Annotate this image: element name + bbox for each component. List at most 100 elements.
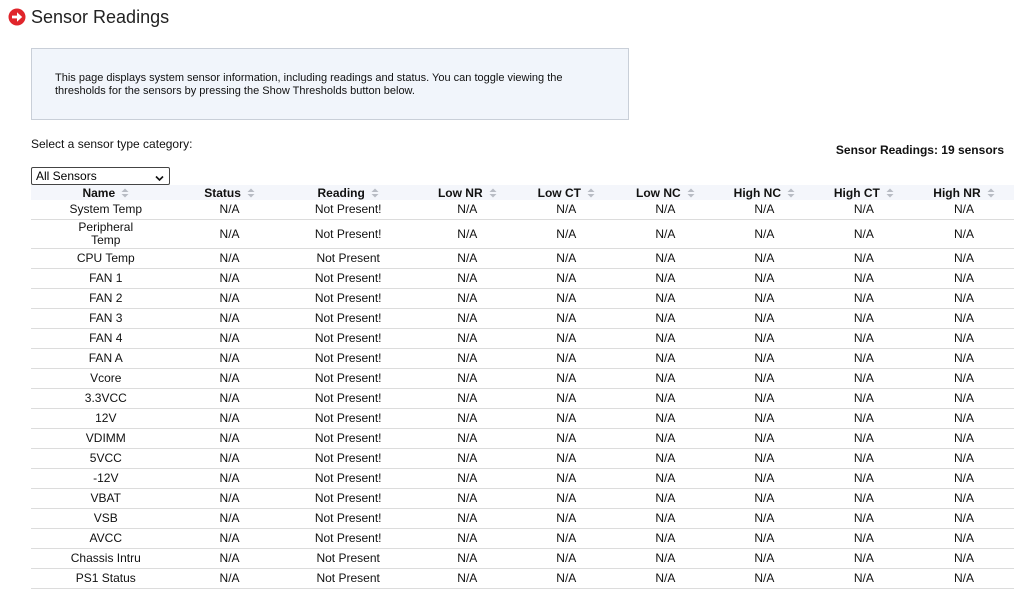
cell-status: N/A — [180, 288, 279, 309]
sort-arrows-icon[interactable] — [371, 187, 379, 197]
cell-low-ct: N/A — [516, 428, 616, 449]
column-header-reading[interactable]: Reading — [278, 185, 418, 200]
cell-status: N/A — [180, 408, 279, 429]
cell-high-nr: N/A — [913, 528, 1014, 549]
cell-name: 3.3VCC — [31, 388, 181, 409]
cell-status: N/A — [180, 268, 279, 289]
page-header: Sensor Readings — [8, 6, 169, 28]
table-row: AVCC N/A Not Present! N/A N/A N/A N/A N/A N/A — [31, 528, 1014, 549]
cell-high-ct: N/A — [813, 248, 914, 269]
cell-high-ct: N/A — [813, 268, 914, 289]
cell-low-nr: N/A — [417, 428, 517, 449]
cell-reading: Not Present — [278, 568, 418, 589]
cell-high-nc: N/A — [714, 308, 814, 329]
arrow-right-circle-icon — [8, 8, 26, 26]
cell-low-ct: N/A — [516, 219, 616, 249]
cell-high-nc: N/A — [714, 328, 814, 349]
cell-low-nr: N/A — [417, 508, 517, 529]
cell-high-ct: N/A — [813, 428, 914, 449]
cell-status: N/A — [180, 219, 279, 249]
cell-high-nc: N/A — [714, 568, 814, 589]
table-row: 3.3VCC N/A Not Present! N/A N/A N/A N/A N/A N/A — [31, 388, 1014, 409]
table-row: PS1 Status N/A Not Present N/A N/A N/A N/A N/A N… — [31, 568, 1014, 589]
table-row: Peripheral Temp N/A Not Present! N/A N/A N/A N… — [31, 219, 1014, 249]
column-header-low-nc[interactable]: Low NC — [615, 185, 715, 200]
cell-high-nr: N/A — [913, 468, 1014, 489]
sort-arrows-icon[interactable] — [121, 187, 129, 197]
column-header-label: Name — [82, 185, 116, 200]
cell-low-nr: N/A — [417, 268, 517, 289]
sort-arrows-icon[interactable] — [787, 187, 795, 197]
column-header-high-nr[interactable]: High NR — [913, 185, 1014, 200]
column-header-high-ct[interactable]: High CT — [813, 185, 914, 200]
page-title: Sensor Readings — [31, 6, 170, 27]
sort-arrows-icon[interactable] — [886, 187, 894, 197]
cell-name: VBAT — [31, 488, 181, 509]
sort-arrows-icon[interactable] — [489, 187, 497, 197]
cell-high-nc: N/A — [714, 408, 814, 429]
cell-status: N/A — [180, 200, 279, 220]
cell-high-nr: N/A — [913, 219, 1014, 249]
sort-arrows-icon[interactable] — [687, 187, 695, 197]
cell-high-nr: N/A — [913, 288, 1014, 309]
sort-arrows-icon[interactable] — [987, 187, 995, 197]
table-row: CPU Temp N/A Not Present N/A N/A N/A N/A N/A N/A — [31, 248, 1014, 269]
cell-reading: Not Present! — [278, 428, 418, 449]
sort-arrows-icon[interactable] — [247, 187, 255, 197]
cell-high-ct: N/A — [813, 408, 914, 429]
chevron-down-icon — [155, 172, 164, 182]
cell-low-nc: N/A — [615, 328, 715, 349]
sort-arrows-icon[interactable] — [587, 187, 595, 197]
cell-low-ct: N/A — [516, 328, 616, 349]
cell-low-ct: N/A — [516, 408, 616, 429]
table-row: -12V N/A Not Present! N/A N/A N/A N/A N/A N/A — [31, 468, 1014, 489]
cell-low-nr: N/A — [417, 488, 517, 509]
cell-name: System Temp — [31, 200, 181, 220]
column-header-high-nc[interactable]: High NC — [714, 185, 814, 200]
cell-low-nr: N/A — [417, 468, 517, 489]
table-row: FAN 1 N/A Not Present! N/A N/A N/A N/A N/A N/A — [31, 268, 1014, 289]
cell-reading: Not Present! — [278, 388, 418, 409]
cell-name: Peripheral Temp — [31, 219, 181, 249]
sensor-type-select[interactable]: All Sensors — [31, 167, 170, 185]
cell-reading: Not Present! — [278, 328, 418, 349]
cell-name: CPU Temp — [31, 248, 181, 269]
cell-name: Vcore — [31, 368, 181, 389]
cell-low-nc: N/A — [615, 200, 715, 220]
cell-high-nr: N/A — [913, 488, 1014, 509]
column-header-name[interactable]: Name — [31, 185, 181, 200]
cell-low-nr: N/A — [417, 388, 517, 409]
cell-name: VDIMM — [31, 428, 181, 449]
cell-low-nc: N/A — [615, 348, 715, 369]
sensor-type-label: Select a sensor type category: — [31, 137, 193, 151]
cell-high-nc: N/A — [714, 468, 814, 489]
cell-low-ct: N/A — [516, 528, 616, 549]
cell-low-nc: N/A — [615, 508, 715, 529]
cell-reading: Not Present! — [278, 508, 418, 529]
cell-high-nr: N/A — [913, 368, 1014, 389]
column-header-label: Low CT — [537, 185, 581, 200]
column-header-status[interactable]: Status — [180, 185, 279, 200]
column-header-low-nr[interactable]: Low NR — [417, 185, 517, 200]
cell-low-ct: N/A — [516, 248, 616, 269]
cell-high-nr: N/A — [913, 448, 1014, 469]
cell-low-nr: N/A — [417, 219, 517, 249]
cell-high-nr: N/A — [913, 308, 1014, 329]
table-header-row: Name Status Reading Low NR Low CT Low NC High … — [31, 185, 1014, 200]
cell-high-nc: N/A — [714, 268, 814, 289]
cell-high-ct: N/A — [813, 468, 914, 489]
cell-low-ct: N/A — [516, 548, 616, 569]
cell-low-nr: N/A — [417, 448, 517, 469]
cell-low-nc: N/A — [615, 528, 715, 549]
table-row: FAN 4 N/A Not Present! N/A N/A N/A N/A N/A N/A — [31, 328, 1014, 349]
cell-name: 5VCC — [31, 448, 181, 469]
cell-low-ct: N/A — [516, 288, 616, 309]
cell-reading: Not Present! — [278, 528, 418, 549]
cell-high-ct: N/A — [813, 328, 914, 349]
column-header-low-ct[interactable]: Low CT — [516, 185, 616, 200]
cell-name: 12V — [31, 408, 181, 429]
cell-low-ct: N/A — [516, 568, 616, 589]
cell-high-ct: N/A — [813, 508, 914, 529]
table-row: Chassis Intru N/A Not Present N/A N/A N/A N/A N… — [31, 548, 1014, 569]
cell-low-nr: N/A — [417, 328, 517, 349]
